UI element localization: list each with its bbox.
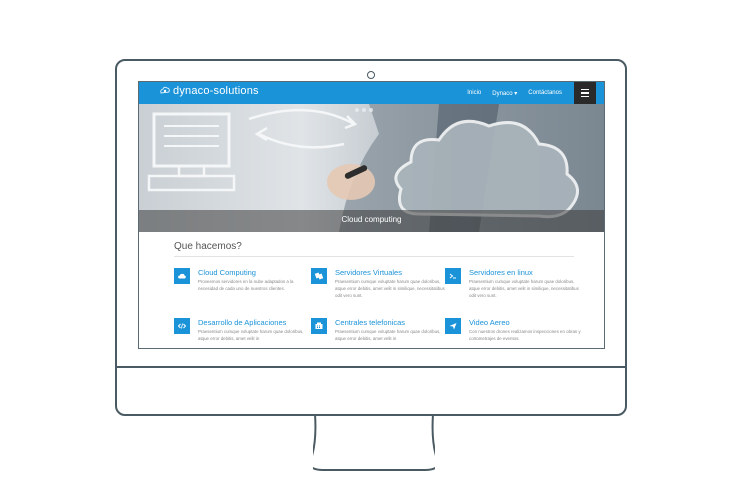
hero-caption-bar: Cloud computing xyxy=(139,210,604,232)
section-divider xyxy=(174,256,574,257)
brand-logo-icon xyxy=(160,86,170,94)
service-title[interactable]: Servidores Virtuales xyxy=(335,268,402,277)
phone-icon xyxy=(311,318,327,334)
terminal-icon xyxy=(445,268,461,284)
slider-dots xyxy=(355,108,373,112)
monitor-frame: dynaco-solutions Inicio Dynaco ▾ Contáct… xyxy=(115,59,627,416)
service-title[interactable]: Cloud Computing xyxy=(198,268,256,277)
website-screen: dynaco-solutions Inicio Dynaco ▾ Contáct… xyxy=(138,81,605,349)
hero-caption: Cloud computing xyxy=(341,215,402,224)
code-icon xyxy=(174,318,190,334)
slider-dot[interactable] xyxy=(355,108,359,112)
hero-slider: Cloud computing xyxy=(139,104,604,232)
section-title: Que hacemos? xyxy=(174,241,242,252)
service-description: Praesentium cumque voluptate harum quae … xyxy=(335,329,441,341)
slider-dot[interactable] xyxy=(362,108,366,112)
brand-name[interactable]: dynaco-solutions xyxy=(173,85,259,97)
service-title[interactable]: Video Aereo xyxy=(469,318,510,327)
nav-item-dynaco[interactable]: Dynaco ▾ xyxy=(492,90,517,97)
paper-plane-icon xyxy=(445,318,461,334)
service-description: Proveemos servidores en la nube adaptado… xyxy=(198,279,294,291)
service-title[interactable]: Servidores en linux xyxy=(469,268,533,277)
cloud-icon xyxy=(174,268,190,284)
service-description: Praesentium cumque voluptate harum quae … xyxy=(469,279,579,298)
service-description: Praesentium cumque voluptate harum quae … xyxy=(335,279,445,298)
monitor-stand xyxy=(313,414,435,471)
nav-menu: Inicio Dynaco ▾ Contáctanos xyxy=(467,82,562,104)
slider-dot[interactable] xyxy=(369,108,373,112)
service-description: Con nuestros drones realizamos inspeccio… xyxy=(469,329,581,341)
nav-item-inicio[interactable]: Inicio xyxy=(467,90,481,96)
service-title[interactable]: Desarrollo de Aplicaciones xyxy=(198,318,286,327)
service-description: Praesentium cumque voluptate harum quae … xyxy=(198,329,304,341)
camera-dot xyxy=(367,71,375,79)
nav-item-contactanos[interactable]: Contáctanos xyxy=(528,90,562,96)
service-title[interactable]: Centrales telefonicas xyxy=(335,318,405,327)
monitor-chin-divider xyxy=(117,366,625,368)
navbar: dynaco-solutions Inicio Dynaco ▾ Contáct… xyxy=(139,82,604,104)
hamburger-menu-button[interactable] xyxy=(574,82,596,104)
servers-icon xyxy=(311,268,327,284)
